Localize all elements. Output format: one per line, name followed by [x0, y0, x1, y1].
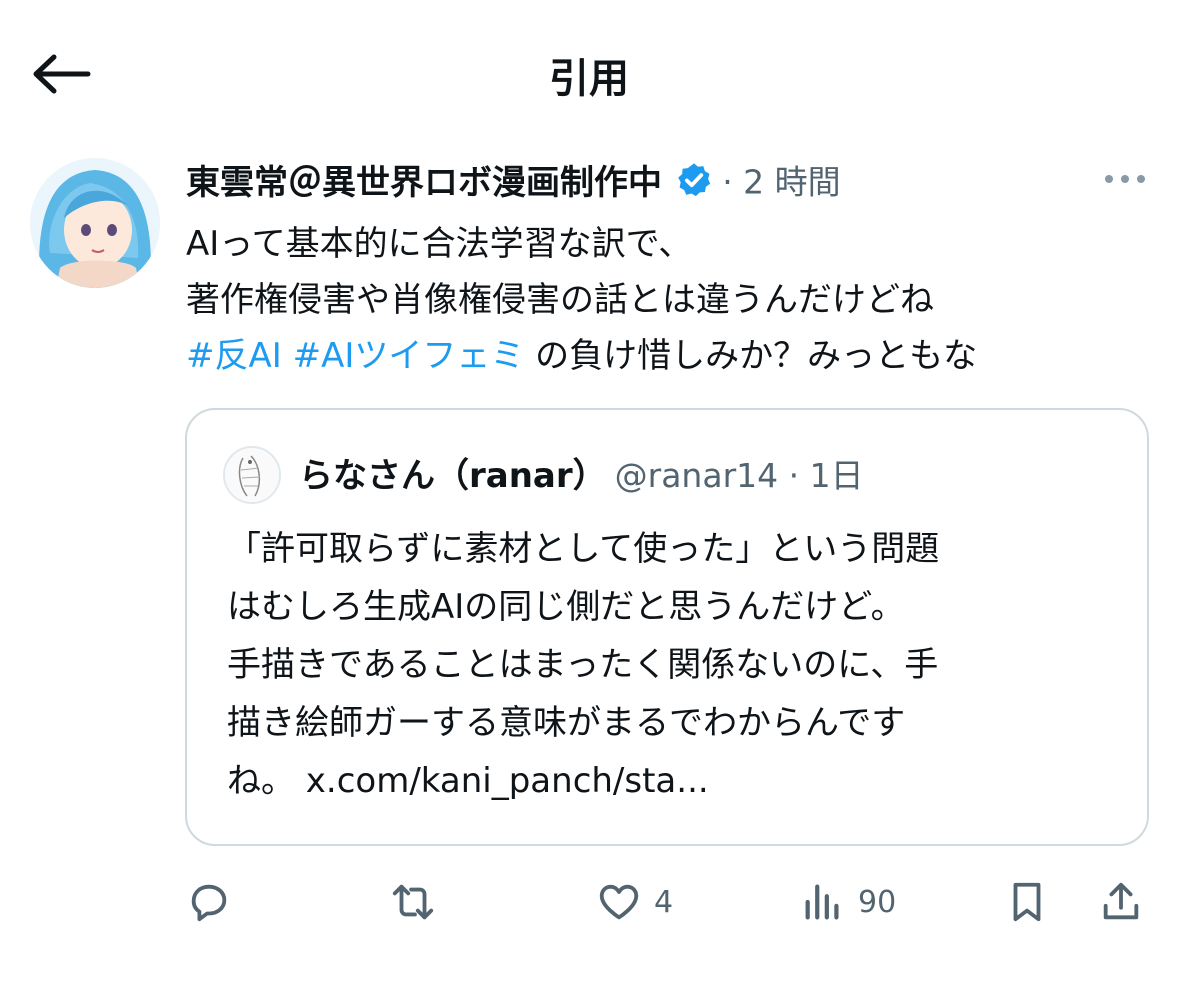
tweet-text-line: #反AI #AIツイフェミ の負け惜しみか？みっともな: [186, 328, 1156, 384]
author-name[interactable]: 東雲常＠異世界ロボ漫画制作中: [186, 163, 662, 203]
header: 引用: [0, 0, 1178, 150]
quote-avatar[interactable]: [223, 446, 281, 504]
like-count: 4: [654, 884, 674, 920]
retweet-icon: [392, 884, 434, 920]
reply-button[interactable]: [186, 878, 232, 926]
quote-avatar-illustration: [225, 448, 279, 502]
quote-author-row: らなさん（ranar） @ranar14 · 1日: [299, 448, 864, 497]
tweet-text: AIって基本的に合法学習な訳で、 著作権侵害や肖像権侵害の話とは違うんだけどね …: [186, 216, 1156, 384]
retweet-button[interactable]: [390, 878, 436, 926]
verified-badge-icon: [678, 162, 711, 196]
share-button[interactable]: [1098, 878, 1144, 926]
quote-text-line: 手描きであることはまったく関係ないのに、手: [227, 645, 939, 685]
avatar-illustration: [30, 158, 160, 288]
tweet-text-line: AIって基本的に合法学習な訳で、: [186, 224, 693, 264]
quote-text-line: はむしろ生成AIの同じ側だと思うんだけど。: [227, 587, 905, 627]
bookmark-icon: [1013, 882, 1041, 922]
like-icon: [599, 884, 639, 920]
quote-author-name[interactable]: らなさん（ranar）: [299, 456, 607, 496]
hashtag-link[interactable]: #反AI: [186, 336, 282, 376]
quote-text-line: ね。 x.com/kani_panch/sta...: [227, 761, 709, 801]
views-count: 90: [858, 884, 897, 920]
bookmark-button[interactable]: [1004, 878, 1050, 926]
page-title: 引用: [549, 56, 629, 102]
tweet-text-segment: の負け惜しみか？みっともな: [524, 336, 978, 376]
reply-icon: [191, 884, 227, 922]
more-icon: [1105, 175, 1145, 183]
quote-handle-time: @ranar14 · 1日: [614, 456, 864, 495]
quoted-tweet[interactable]: らなさん（ranar） @ranar14 · 1日 「許可取らずに素材として使った…: [185, 408, 1149, 846]
views-icon: [805, 884, 839, 920]
views-button[interactable]: 90: [800, 878, 896, 926]
avatar[interactable]: [30, 158, 160, 288]
hashtag-link[interactable]: #AIツイフェミ: [293, 336, 525, 376]
more-button[interactable]: [1100, 164, 1150, 194]
like-button[interactable]: 4: [596, 878, 673, 926]
tweet-text-line: 著作権侵害や肖像権侵害の話とは違うんだけどね: [186, 280, 934, 320]
tweet-time[interactable]: · 2 時間: [722, 163, 840, 202]
action-bar: 4 90: [0, 860, 1178, 940]
quote-text-line: 描き絵師ガーする意味がまるでわからんです: [227, 703, 906, 743]
author-row: 東雲常＠異世界ロボ漫画制作中 · 2 時間: [186, 155, 1146, 205]
quote-text-line: 「許可取らずに素材として使った」という問題: [227, 529, 940, 569]
quote-text: 「許可取らずに素材として使った」という問題 はむしろ生成AIの同じ側だと思うんだ…: [227, 520, 1127, 810]
share-icon: [1103, 882, 1139, 920]
